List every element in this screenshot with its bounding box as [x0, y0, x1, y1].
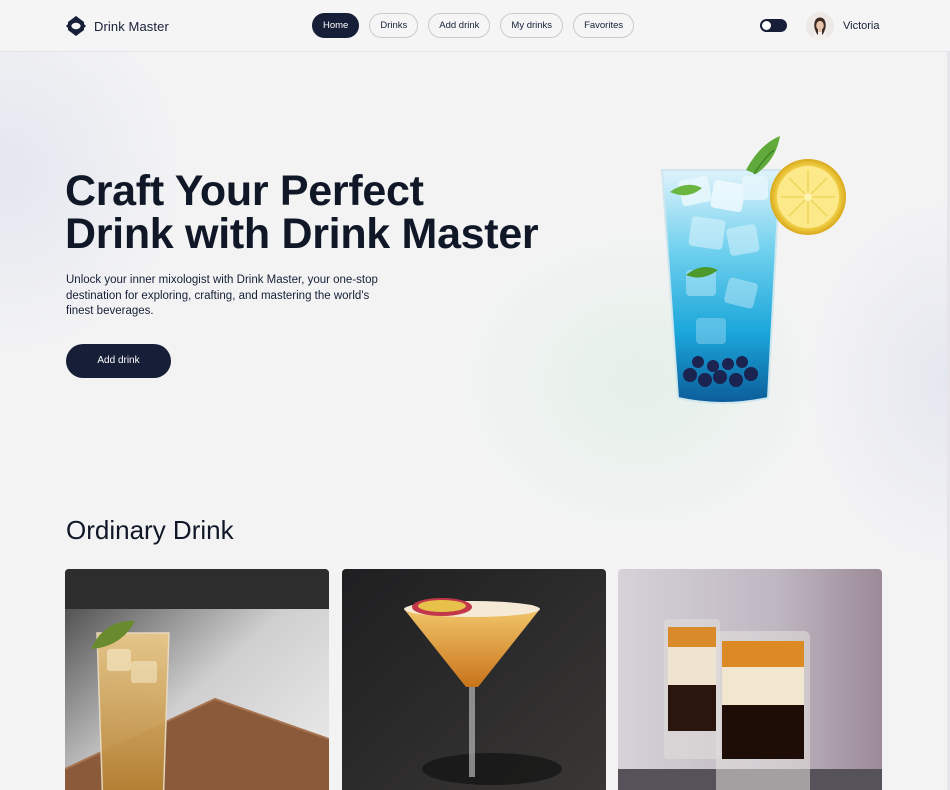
drink-card[interactable]: [618, 569, 882, 790]
user-menu[interactable]: Victoria: [806, 12, 879, 40]
main-nav: Home Drinks Add drink My drinks Favorite…: [312, 13, 644, 38]
passion-fruit-martini-image: [342, 569, 606, 790]
nav-favorites[interactable]: Favorites: [573, 13, 635, 38]
hero-description: Unlock your inner mixologist with Drink …: [66, 274, 378, 317]
toggle-knob: [762, 21, 771, 30]
nav-drinks[interactable]: Drinks: [369, 13, 419, 38]
iced-tea-drink-image: [65, 569, 329, 790]
hero-title-line-1: Craft Your Perfect: [65, 167, 424, 215]
nav-add-drink[interactable]: Add drink: [428, 13, 491, 38]
diamond-logo-icon: [66, 16, 86, 36]
drink-card[interactable]: [65, 569, 329, 790]
nav-my-drinks[interactable]: My drinks: [500, 13, 564, 38]
hero-title-line-2: Drink with Drink Master: [65, 210, 539, 258]
blue-cocktail-image: [660, 136, 846, 404]
top-header: Drink Master Home Drinks Add drink My dr…: [0, 0, 950, 52]
user-name: Victoria: [843, 20, 880, 32]
hero-title: Craft Your Perfect Drink with Drink Mast…: [65, 170, 585, 256]
theme-toggle[interactable]: [760, 19, 787, 32]
drink-card[interactable]: [342, 569, 606, 790]
layered-shots-image: [618, 569, 882, 790]
logo[interactable]: Drink Master: [66, 16, 169, 36]
section-title: Ordinary Drink: [66, 515, 234, 545]
app-name: Drink Master: [94, 18, 169, 34]
nav-home[interactable]: Home: [312, 13, 360, 38]
add-drink-button[interactable]: Add drink: [66, 344, 171, 378]
avatar: [806, 12, 834, 40]
